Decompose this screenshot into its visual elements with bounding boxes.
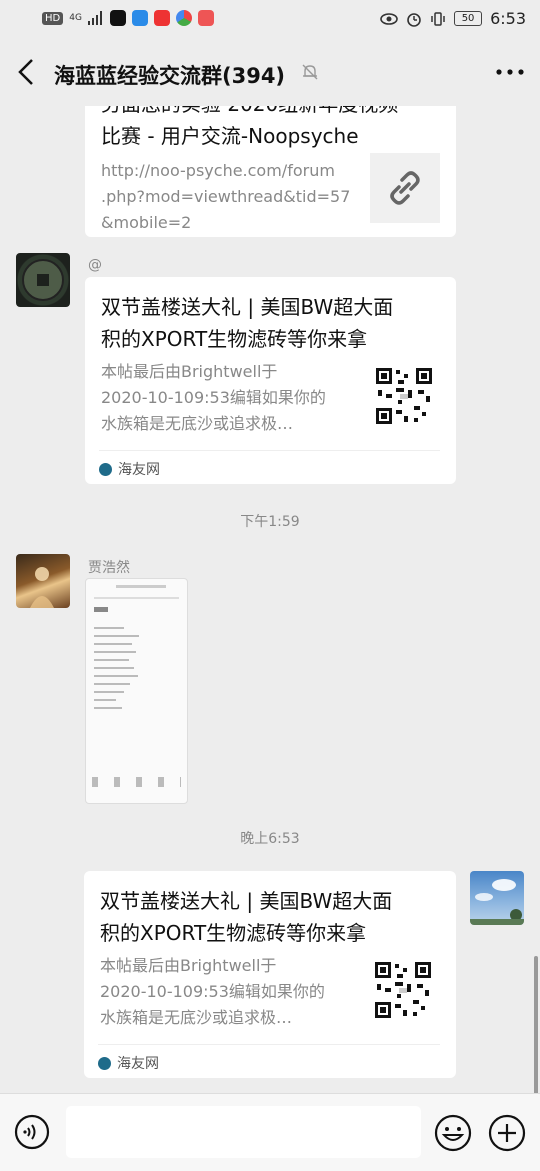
sender-name: @ (88, 257, 102, 273)
link-card-url-line3: &mobile=2 (101, 213, 192, 232)
source-name: 海友网 (118, 462, 160, 478)
vibrate-icon (431, 11, 445, 26)
message-input[interactable] (66, 1106, 421, 1158)
sender-avatar[interactable] (16, 253, 70, 307)
qr-code-thumbnail (374, 366, 434, 426)
card-divider (99, 450, 440, 451)
signal-icon (87, 11, 102, 25)
screenshot-toolbar (92, 777, 181, 787)
screenshot-image-message[interactable] (85, 578, 188, 804)
screenshot-text-line (94, 675, 138, 677)
screenshot-text-line (94, 707, 122, 709)
article-title-line1: 双节盖楼送大礼 | 美国BW超大面 (100, 889, 393, 913)
article-desc-line3: 水族箱是无底沙或追求极… (100, 1008, 293, 1027)
article-desc-line1: 本帖最后由Brightwell于 (101, 362, 278, 381)
app-icon-pink (197, 10, 214, 26)
chat-header: 海蓝蓝经验交流群(394) (0, 40, 540, 106)
qr-code-thumbnail (373, 960, 433, 1020)
article-title-line1: 双节盖楼送大礼 | 美国BW超大面 (101, 295, 394, 319)
emoji-icon[interactable] (434, 1114, 472, 1152)
mute-bell-icon (302, 64, 318, 80)
article-desc-line2: 2020-10-109:53编辑如果你的 (101, 388, 326, 407)
input-bar (0, 1093, 540, 1171)
chat-message-list[interactable]: 劳面您的实验 2020纽新年度视频 比赛 - 用户交流-Noopsyche ht… (0, 106, 540, 1093)
source-logo-icon (98, 1056, 111, 1070)
link-thumbnail (370, 153, 440, 223)
status-right: 50 6:53 (380, 9, 526, 28)
sky-avatar-icon (470, 879, 524, 925)
link-icon (390, 171, 420, 205)
app-icon-red (153, 10, 170, 26)
link-card-title-line1: 劳面您的实验 2020纽新年度视频 (101, 106, 398, 120)
screenshot-title-line (94, 607, 108, 612)
screenshot-status-line (116, 585, 166, 588)
back-arrow-icon[interactable] (12, 54, 42, 90)
source-name: 海友网 (117, 1056, 159, 1072)
source-logo-icon (99, 462, 112, 476)
timestamp: 晚上6:53 (240, 831, 300, 847)
coin-avatar-icon (22, 259, 64, 301)
eye-icon (380, 12, 398, 25)
shared-article-card-self[interactable]: 双节盖楼送大礼 | 美国BW超大面 积的XPORT生物滤砖等你来拿 本帖最后由B… (84, 871, 456, 1078)
person-avatar-icon (30, 567, 54, 608)
sender-avatar[interactable] (16, 554, 70, 608)
article-desc-line2: 2020-10-109:53编辑如果你的 (100, 982, 325, 1001)
status-bar: HD 4G 50 6:53 (0, 0, 540, 40)
link-card-title-line2: 比赛 - 用户交流-Noopsyche (101, 124, 359, 148)
browser-app-icon (175, 10, 192, 26)
status-left: HD 4G (42, 10, 214, 26)
timestamp: 下午1:59 (240, 514, 300, 530)
screenshot-text-line (94, 643, 132, 645)
article-title-line2: 积的XPORT生物滤砖等你来拿 (101, 327, 368, 351)
article-title-line2: 积的XPORT生物滤砖等你来拿 (100, 921, 367, 945)
article-source: 海友网 (99, 459, 160, 479)
hd-badge: HD (42, 11, 64, 25)
article-source: 海友网 (98, 1053, 159, 1073)
article-desc-line3: 水族箱是无底沙或追求极… (101, 414, 294, 433)
clock: 6:53 (490, 9, 526, 28)
link-card-noopsyche[interactable]: 劳面您的实验 2020纽新年度视频 比赛 - 用户交流-Noopsyche ht… (85, 106, 456, 237)
scrollbar[interactable] (534, 956, 538, 1093)
chat-title: 海蓝蓝经验交流群(394) (54, 64, 286, 88)
card-divider (98, 1044, 440, 1045)
shared-article-card[interactable]: 双节盖楼送大礼 | 美国BW超大面 积的XPORT生物滤砖等你来拿 本帖最后由B… (85, 277, 456, 484)
self-avatar[interactable] (470, 871, 524, 925)
article-desc-line1: 本帖最后由Brightwell于 (100, 956, 277, 975)
voice-input-icon[interactable] (14, 1114, 50, 1150)
link-card-url-line2: .php?mod=viewthread&tid=57 (101, 187, 351, 206)
tiktok-app-icon (109, 10, 126, 26)
alarm-icon (407, 12, 421, 27)
screenshot-text-line (94, 667, 134, 669)
screenshot-text-line (94, 691, 124, 693)
screenshot-text-line (94, 635, 139, 637)
screenshot-text-line (94, 659, 129, 661)
battery-indicator: 50 (454, 11, 483, 26)
screenshot-text-line (94, 683, 130, 685)
sender-name: 贾浩然 (88, 560, 130, 576)
screenshot-text-line (94, 627, 124, 629)
screenshot-text-line (94, 699, 116, 701)
screenshot-header-line (94, 597, 179, 599)
link-card-url-line1: http://noo-psyche.com/forum (101, 161, 335, 180)
network-type: 4G (69, 12, 82, 23)
more-options-icon[interactable] (494, 62, 526, 82)
plus-icon[interactable] (488, 1114, 526, 1152)
screenshot-text-line (94, 651, 136, 653)
app-icon-blue (131, 10, 148, 26)
